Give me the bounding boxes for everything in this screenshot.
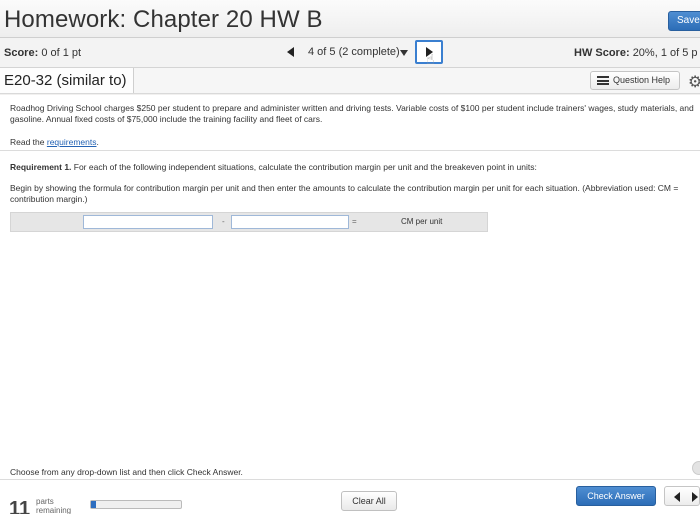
score-display: Score: 0 of 1 pt	[4, 47, 81, 59]
chevron-down-icon[interactable]	[400, 50, 408, 56]
previous-question-icon[interactable]	[287, 47, 294, 57]
variable-cost-input[interactable]	[231, 215, 349, 229]
read-suffix: .	[96, 137, 99, 147]
requirements-link[interactable]: requirements	[47, 137, 97, 147]
read-requirements: Read the requirements.	[10, 137, 698, 148]
parts-count: 11	[9, 498, 31, 514]
header-bar: Homework: Chapter 20 HW B Save	[0, 0, 700, 38]
footer-instruction: Choose from any drop-down list and then …	[10, 467, 243, 477]
requirement-bold: Requirement 1.	[10, 162, 72, 172]
next-arrow-icon[interactable]	[692, 492, 698, 502]
clear-all-button[interactable]: Clear All	[341, 491, 397, 511]
read-prefix: Read the	[10, 137, 47, 147]
prev-arrow-icon[interactable]	[674, 492, 680, 502]
hw-score-display: HW Score: 20%, 1 of 5 p	[574, 47, 698, 59]
hw-score-value: 20%, 1 of 5 p	[632, 47, 698, 59]
score-value: 0 of 1 pt	[41, 47, 82, 59]
save-button[interactable]: Save	[668, 11, 700, 31]
minus-operator: -	[222, 217, 225, 226]
problem-text: Roadhog Driving School charges $250 per …	[10, 103, 694, 124]
question-help-label: Question Help	[613, 75, 671, 85]
divider	[0, 479, 700, 480]
score-label: Score:	[4, 47, 39, 59]
question-help-button[interactable]: Question Help	[590, 71, 680, 90]
question-title: E20-32 (similar to)	[0, 68, 134, 93]
question-bar: E20-32 (similar to) Question Help ⚙	[0, 68, 700, 94]
hand-cursor-icon: ☝	[426, 51, 435, 67]
requirement-text: Requirement 1. For each of the following…	[10, 162, 698, 173]
gear-icon[interactable]: ⚙	[688, 72, 700, 92]
sales-price-input[interactable]	[83, 215, 213, 229]
cm-per-unit-label: CM per unit	[401, 217, 443, 226]
instruction-text: Begin by showing the formula for contrib…	[10, 183, 679, 204]
cm-calculation-row: - = CM per unit	[10, 212, 488, 232]
page-title: Homework: Chapter 20 HW B	[4, 6, 323, 33]
hw-score-label: HW Score:	[574, 47, 630, 59]
question-content: Roadhog Driving School charges $250 per …	[0, 95, 700, 514]
question-pager	[664, 486, 700, 506]
parts-label: parts remaining	[36, 497, 72, 514]
requirement-body: For each of the following independent si…	[71, 162, 537, 172]
question-progress-select[interactable]: 4 of 5 (2 complete)	[308, 46, 400, 58]
parts-progress-bar	[90, 500, 182, 509]
parts-progress-fill	[91, 501, 96, 508]
scroll-handle[interactable]	[692, 461, 700, 475]
divider	[0, 150, 700, 151]
check-answer-button[interactable]: Check Answer	[576, 486, 656, 506]
score-bar: Score: 0 of 1 pt 4 of 5 (2 complete) ☝ H…	[0, 38, 700, 68]
equals-operator: =	[352, 217, 357, 226]
list-icon	[597, 76, 609, 85]
